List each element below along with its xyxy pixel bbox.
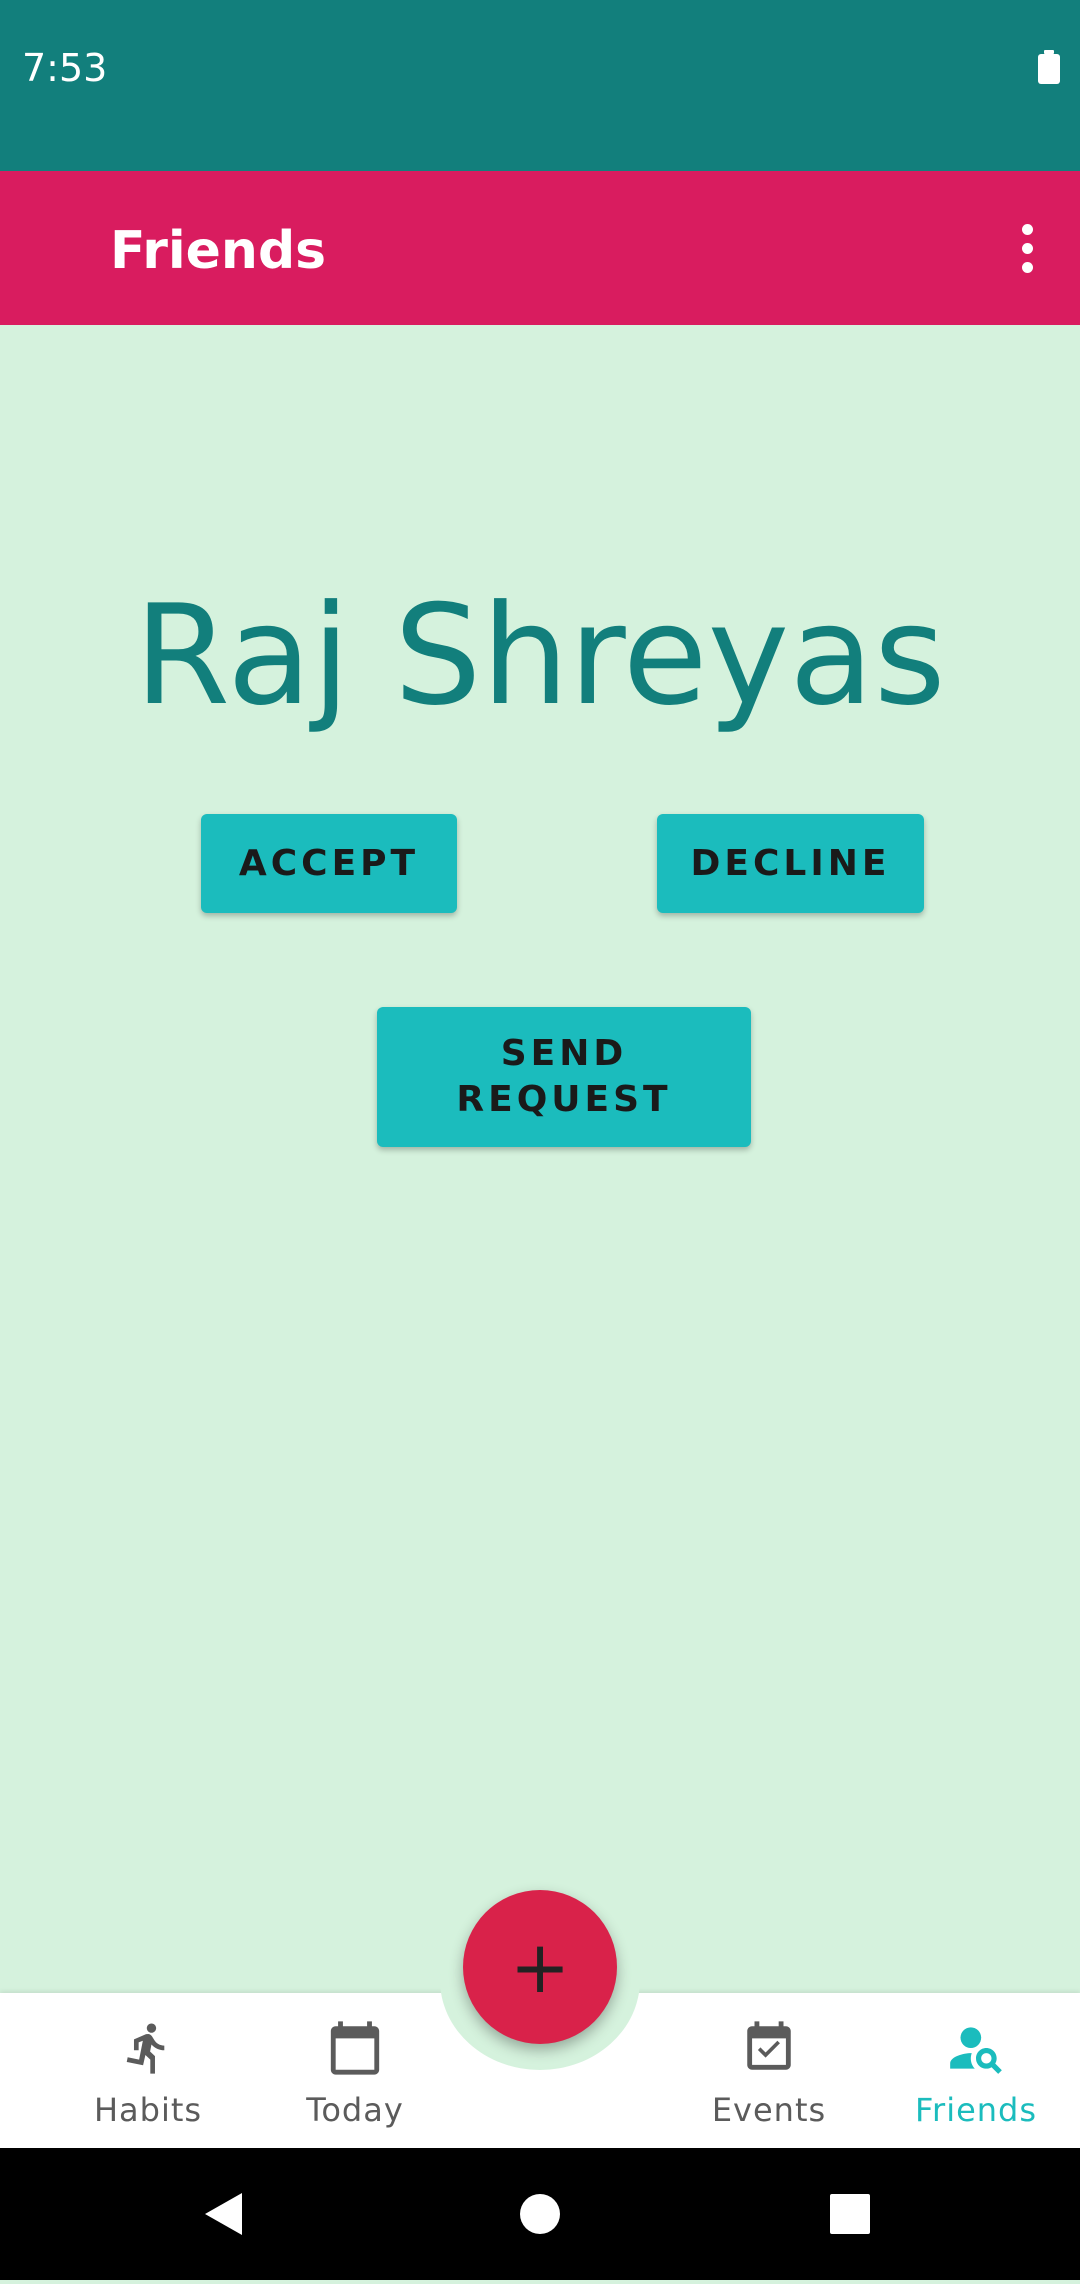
calendar-icon: [326, 2015, 384, 2081]
nav-label-today: Today: [306, 2091, 404, 2129]
add-fab-button[interactable]: +: [463, 1890, 617, 2044]
nav-label-friends: Friends: [914, 2091, 1038, 2129]
person-search-icon: [945, 2015, 1007, 2081]
page-title: Friends: [110, 221, 327, 281]
send-request-button[interactable]: SEND REQUEST: [377, 1007, 751, 1147]
status-bar: 7:53: [0, 0, 1080, 171]
more-options-button[interactable]: [992, 201, 1062, 295]
nav-label-habits: Habits: [93, 2091, 203, 2129]
run-icon: [120, 2015, 176, 2081]
system-navigation-bar: [0, 2148, 1080, 2280]
nav-label-events: Events: [711, 2091, 827, 2129]
nav-item-today[interactable]: Today: [255, 1993, 455, 2148]
nav-item-events[interactable]: Events: [669, 1993, 869, 2148]
more-vert-icon: [1021, 223, 1033, 235]
recents-icon: [830, 2194, 870, 2234]
friend-name: Raj Shreyas: [134, 575, 946, 736]
nav-item-habits[interactable]: Habits: [48, 1993, 248, 2148]
battery-icon: [1038, 50, 1060, 84]
accept-button[interactable]: ACCEPT: [201, 814, 457, 913]
decline-button[interactable]: DECLINE: [657, 814, 924, 913]
friend-request-panel: Raj Shreyas ACCEPT DECLINE SEND REQUEST: [0, 325, 1080, 1995]
app-bar: Friends: [0, 171, 1080, 325]
plus-icon: +: [509, 1925, 571, 2009]
home-icon: [520, 2194, 560, 2234]
nav-item-friends[interactable]: Friends: [876, 1993, 1076, 2148]
status-time: 7:53: [22, 46, 108, 90]
calendar-check-icon: [740, 2015, 798, 2081]
back-icon: [205, 2193, 242, 2235]
